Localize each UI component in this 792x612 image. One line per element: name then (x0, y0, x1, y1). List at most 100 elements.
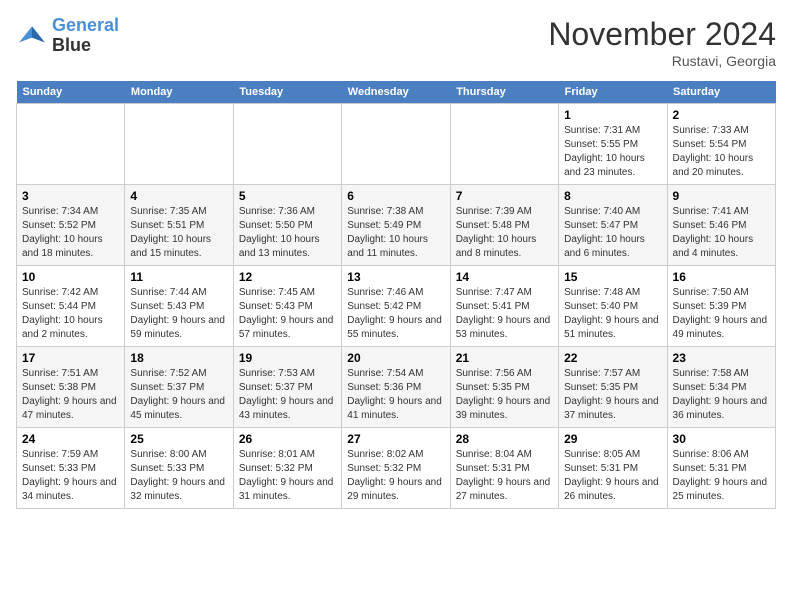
day-number: 20 (347, 351, 444, 365)
weekday-header: Wednesday (342, 81, 450, 104)
day-info: Sunrise: 7:48 AMSunset: 5:40 PMDaylight:… (564, 286, 661, 342)
calendar-cell: 2 Sunrise: 7:33 AMSunset: 5:54 PMDaylight… (667, 104, 775, 185)
calendar-cell: 17Sunrise: 7:51 AMSunset: 5:38 PMDayligh… (17, 347, 125, 428)
day-number: 8 (564, 189, 661, 203)
calendar-week-row: 3 Sunrise: 7:34 AMSunset: 5:52 PMDaylight… (17, 185, 776, 266)
calendar-cell: 25Sunrise: 8:00 AMSunset: 5:33 PMDayligh… (125, 428, 233, 509)
day-info: Sunrise: 7:42 AMSunset: 5:44 PMDaylight:… (22, 286, 119, 342)
calendar-cell: 14 Sunrise: 7:47 AMSunset: 5:41 PMDayligh… (450, 266, 558, 347)
logo: GeneralBlue (16, 16, 119, 56)
day-number: 14 (456, 270, 553, 284)
day-info: Sunrise: 7:59 AMSunset: 5:33 PMDaylight:… (22, 448, 119, 504)
day-number: 27 (347, 432, 444, 446)
calendar-cell: 11 Sunrise: 7:44 AMSunset: 5:43 PMDayligh… (125, 266, 233, 347)
day-info: Sunrise: 7:54 AMSunset: 5:36 PMDaylight:… (347, 367, 444, 423)
calendar-cell: 13 Sunrise: 7:46 AMSunset: 5:42 PMDayligh… (342, 266, 450, 347)
day-number: 26 (239, 432, 336, 446)
calendar-cell: 12Sunrise: 7:45 AMSunset: 5:43 PMDayligh… (233, 266, 341, 347)
day-info: Sunrise: 7:44 AMSunset: 5:43 PMDaylight:… (130, 286, 227, 342)
day-number: 12 (239, 270, 336, 284)
page-header: GeneralBlue November 2024 Rustavi, Georg… (16, 16, 776, 69)
calendar-cell: 23 Sunrise: 7:58 AMSunset: 5:34 PMDayligh… (667, 347, 775, 428)
day-number: 19 (239, 351, 336, 365)
day-info: Sunrise: 7:33 AMSunset: 5:54 PMDaylight:… (673, 124, 770, 180)
day-number: 29 (564, 432, 661, 446)
day-info: Sunrise: 7:50 AMSunset: 5:39 PMDaylight:… (673, 286, 770, 342)
day-info: Sunrise: 7:35 AMSunset: 5:51 PMDaylight:… (130, 205, 227, 261)
calendar-table: SundayMondayTuesdayWednesdayThursdayFrid… (16, 81, 776, 509)
calendar-cell (233, 104, 341, 185)
logo-text: GeneralBlue (52, 16, 119, 56)
day-number: 15 (564, 270, 661, 284)
day-info: Sunrise: 7:46 AMSunset: 5:42 PMDaylight:… (347, 286, 444, 342)
day-number: 24 (22, 432, 119, 446)
calendar-cell: 18 Sunrise: 7:52 AMSunset: 5:37 PMDayligh… (125, 347, 233, 428)
day-number: 23 (673, 351, 770, 365)
calendar-week-row: 10 Sunrise: 7:42 AMSunset: 5:44 PMDayligh… (17, 266, 776, 347)
calendar-cell: 22 Sunrise: 7:57 AMSunset: 5:35 PMDayligh… (559, 347, 667, 428)
day-number: 28 (456, 432, 553, 446)
day-info: Sunrise: 7:57 AMSunset: 5:35 PMDaylight:… (564, 367, 661, 423)
title-block: November 2024 Rustavi, Georgia (548, 16, 776, 69)
day-number: 30 (673, 432, 770, 446)
day-number: 17 (22, 351, 119, 365)
weekday-header: Monday (125, 81, 233, 104)
day-info: Sunrise: 7:58 AMSunset: 5:34 PMDaylight:… (673, 367, 770, 423)
calendar-cell (450, 104, 558, 185)
calendar-cell: 16 Sunrise: 7:50 AMSunset: 5:39 PMDayligh… (667, 266, 775, 347)
day-info: Sunrise: 7:47 AMSunset: 5:41 PMDaylight:… (456, 286, 553, 342)
calendar-cell: 6 Sunrise: 7:38 AMSunset: 5:49 PMDaylight… (342, 185, 450, 266)
calendar-cell: 30 Sunrise: 8:06 AMSunset: 5:31 PMDayligh… (667, 428, 775, 509)
day-info: Sunrise: 7:38 AMSunset: 5:49 PMDaylight:… (347, 205, 444, 261)
day-info: Sunrise: 7:53 AMSunset: 5:37 PMDaylight:… (239, 367, 336, 423)
month-title: November 2024 (548, 16, 776, 53)
calendar-cell: 24 Sunrise: 7:59 AMSunset: 5:33 PMDayligh… (17, 428, 125, 509)
day-info: Sunrise: 8:06 AMSunset: 5:31 PMDaylight:… (673, 448, 770, 504)
calendar-cell: 21 Sunrise: 7:56 AMSunset: 5:35 PMDayligh… (450, 347, 558, 428)
calendar-cell: 7 Sunrise: 7:39 AMSunset: 5:48 PMDaylight… (450, 185, 558, 266)
weekday-header: Thursday (450, 81, 558, 104)
calendar-cell (125, 104, 233, 185)
day-number: 4 (130, 189, 227, 203)
calendar-header-row: SundayMondayTuesdayWednesdayThursdayFrid… (17, 81, 776, 104)
day-number: 11 (130, 270, 227, 284)
calendar-cell: 26 Sunrise: 8:01 AMSunset: 5:32 PMDayligh… (233, 428, 341, 509)
day-number: 21 (456, 351, 553, 365)
weekday-header: Saturday (667, 81, 775, 104)
weekday-header: Friday (559, 81, 667, 104)
day-number: 2 (673, 108, 770, 122)
weekday-header: Tuesday (233, 81, 341, 104)
weekday-header: Sunday (17, 81, 125, 104)
day-number: 7 (456, 189, 553, 203)
calendar-cell: 15 Sunrise: 7:48 AMSunset: 5:40 PMDayligh… (559, 266, 667, 347)
day-info: Sunrise: 7:34 AMSunset: 5:52 PMDaylight:… (22, 205, 119, 261)
day-number: 16 (673, 270, 770, 284)
location: Rustavi, Georgia (548, 53, 776, 69)
calendar-cell: 9Sunrise: 7:41 AMSunset: 5:46 PMDaylight… (667, 185, 775, 266)
calendar-cell: 3 Sunrise: 7:34 AMSunset: 5:52 PMDaylight… (17, 185, 125, 266)
day-info: Sunrise: 7:39 AMSunset: 5:48 PMDaylight:… (456, 205, 553, 261)
day-info: Sunrise: 7:31 AMSunset: 5:55 PMDaylight:… (564, 124, 661, 180)
calendar-cell: 1Sunrise: 7:31 AMSunset: 5:55 PMDaylight… (559, 104, 667, 185)
calendar-cell: 20 Sunrise: 7:54 AMSunset: 5:36 PMDayligh… (342, 347, 450, 428)
day-info: Sunrise: 7:56 AMSunset: 5:35 PMDaylight:… (456, 367, 553, 423)
calendar-cell: 4 Sunrise: 7:35 AMSunset: 5:51 PMDaylight… (125, 185, 233, 266)
calendar-cell (342, 104, 450, 185)
day-number: 13 (347, 270, 444, 284)
calendar-cell: 29 Sunrise: 8:05 AMSunset: 5:31 PMDayligh… (559, 428, 667, 509)
day-number: 25 (130, 432, 227, 446)
calendar-cell: 27Sunrise: 8:02 AMSunset: 5:32 PMDayligh… (342, 428, 450, 509)
day-number: 18 (130, 351, 227, 365)
calendar-week-row: 17Sunrise: 7:51 AMSunset: 5:38 PMDayligh… (17, 347, 776, 428)
day-number: 3 (22, 189, 119, 203)
day-number: 10 (22, 270, 119, 284)
day-info: Sunrise: 7:52 AMSunset: 5:37 PMDaylight:… (130, 367, 227, 423)
calendar-cell: 8Sunrise: 7:40 AMSunset: 5:47 PMDaylight… (559, 185, 667, 266)
day-info: Sunrise: 8:04 AMSunset: 5:31 PMDaylight:… (456, 448, 553, 504)
day-number: 5 (239, 189, 336, 203)
day-info: Sunrise: 8:01 AMSunset: 5:32 PMDaylight:… (239, 448, 336, 504)
day-number: 22 (564, 351, 661, 365)
logo-icon (16, 20, 48, 52)
day-info: Sunrise: 8:05 AMSunset: 5:31 PMDaylight:… (564, 448, 661, 504)
day-number: 6 (347, 189, 444, 203)
